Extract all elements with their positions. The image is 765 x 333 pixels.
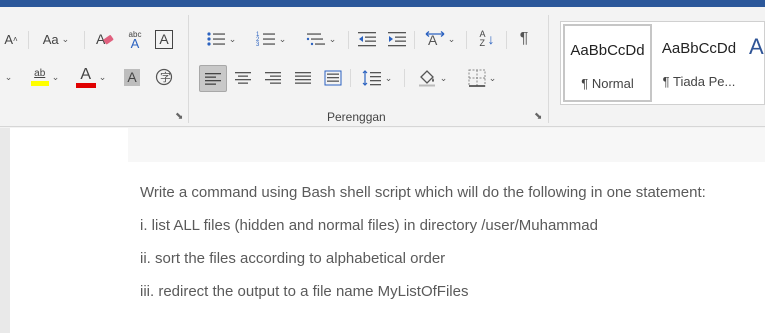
question-item-2: ii. sort the files according to alphabet… [140,250,446,267]
numbering-button[interactable]: 1 2 3 ⌄ [250,27,292,51]
group-separator [548,15,549,123]
title-bar [0,0,765,7]
chevron-down-icon: ⌄ [98,71,107,82]
separator [404,69,405,87]
multilevel-list-icon [306,33,325,46]
align-center-icon [235,72,251,84]
decrease-indent-button[interactable] [354,27,380,51]
phonetic-guide-button[interactable]: abc A [122,27,148,51]
align-left-button[interactable] [199,65,227,92]
paragraph-group-label: Perenggan [327,110,386,124]
svg-text:3: 3 [256,42,260,48]
question-line: Write a command using Bash shell script … [140,184,706,201]
line-spacing-icon [362,70,381,86]
change-case-button[interactable]: Aa ⌄ [36,27,76,51]
borders-button[interactable]: ⌄ [460,66,504,90]
enclose-characters-button[interactable]: 字 [152,65,176,89]
character-shading-icon: A [124,68,140,86]
ribbon: A ˄ Aa ⌄ A abc A A ⌄ ab ⌄ A ⌄ A 字 ⬊ ⌄ 1 … [0,7,765,127]
svg-text:字: 字 [160,70,171,84]
distributed-icon [324,70,342,86]
sort-icon: AZ ↓ [479,29,495,48]
character-border-button[interactable]: A [152,27,176,51]
style-normal[interactable]: AaBbCcDd ¶ Normal [563,24,652,102]
separator [350,69,351,87]
chevron-down-icon: ⌄ [51,71,60,82]
increase-indent-button[interactable] [384,27,410,51]
clear-formatting-icon: A [96,31,114,47]
text-highlight-button[interactable]: ab ⌄ [22,65,68,89]
justify-icon [295,72,311,84]
paragraph-dialog-launcher-icon[interactable]: ⬊ [534,111,542,122]
style-no-spacing-sample: AaBbCcDd [661,40,737,57]
style-no-spacing[interactable]: AaBbCcDd ¶ Tiada Pe... [655,24,743,102]
styles-gallery: AaBbCcDd ¶ Normal AaBbCcDd ¶ Tiada Pe...… [560,21,765,105]
document-page[interactable]: Write a command using Bash shell script … [10,128,765,333]
font-dropdown-button[interactable]: ⌄ [0,65,14,89]
show-hide-marks-button[interactable]: ¶ [512,27,536,51]
align-right-button[interactable] [260,66,286,90]
change-case-label: Aa [42,31,59,47]
font-color-button[interactable]: A ⌄ [72,65,110,89]
shading-button[interactable]: ⌄ [410,66,454,90]
phonetic-guide-icon: abc A [128,30,142,51]
align-right-icon [265,72,281,84]
align-center-button[interactable] [230,66,256,90]
decrease-indent-icon [358,32,376,47]
chevron-down-icon: ⌄ [278,33,287,44]
chevron-down-icon: ⌄ [61,33,70,44]
highlighter-icon: ab [30,68,49,86]
separator [506,31,507,49]
font-color-icon: A [75,66,96,88]
font-dialog-launcher-icon[interactable]: ⬊ [175,111,183,122]
bullets-button[interactable]: ⌄ [200,27,242,51]
chevron-down-icon: ⌄ [328,33,337,44]
grow-font-icon: A [4,31,13,47]
embedded-image-strip [128,128,765,162]
increase-indent-icon [388,32,406,47]
line-spacing-button[interactable]: ⌄ [356,66,398,90]
chevron-down-icon: ⌄ [439,72,448,83]
character-border-icon: A [155,29,173,49]
asian-layout-icon: A [425,31,445,48]
chevron-down-icon: ⌄ [447,33,456,44]
separator [414,31,415,49]
distributed-button[interactable] [320,66,346,90]
chevron-down-icon: ⌄ [228,33,237,44]
separator [28,31,29,49]
borders-icon [468,69,486,87]
justify-button[interactable] [290,66,316,90]
separator [466,31,467,49]
chevron-down-icon: ⌄ [384,72,393,83]
clear-formatting-button[interactable]: A [92,27,118,51]
style-no-spacing-name: ¶ Tiada Pe... [662,74,736,89]
numbering-icon: 1 2 3 [256,32,275,48]
style-heading-1-sample: A [749,34,764,59]
separator [84,31,85,49]
character-shading-button[interactable]: A [120,65,144,89]
separator [348,31,349,49]
enclose-characters-icon: 字 [155,68,173,86]
asian-layout-button[interactable]: A ⌄ [420,27,460,51]
paint-bucket-icon [418,70,435,87]
document-area: Write a command using Bash shell script … [0,128,765,333]
bullets-icon [207,32,225,46]
style-normal-sample: AaBbCcDd [570,42,645,59]
style-normal-name: ¶ Normal [581,76,634,91]
sort-button[interactable]: AZ ↓ [474,27,500,51]
multilevel-list-button[interactable]: ⌄ [300,27,342,51]
grow-font-button[interactable]: A ˄ [0,27,22,51]
chevron-down-icon: ⌄ [488,72,497,83]
question-item-3: iii. redirect the output to a file name … [140,283,469,300]
question-item-1: i. list ALL files (hidden and normal fil… [140,217,598,234]
chevron-down-icon: ⌄ [4,71,13,82]
pilcrow-icon: ¶ [519,30,529,47]
align-left-icon [205,72,221,85]
style-heading-1[interactable]: A [745,24,765,102]
group-separator [188,15,189,123]
